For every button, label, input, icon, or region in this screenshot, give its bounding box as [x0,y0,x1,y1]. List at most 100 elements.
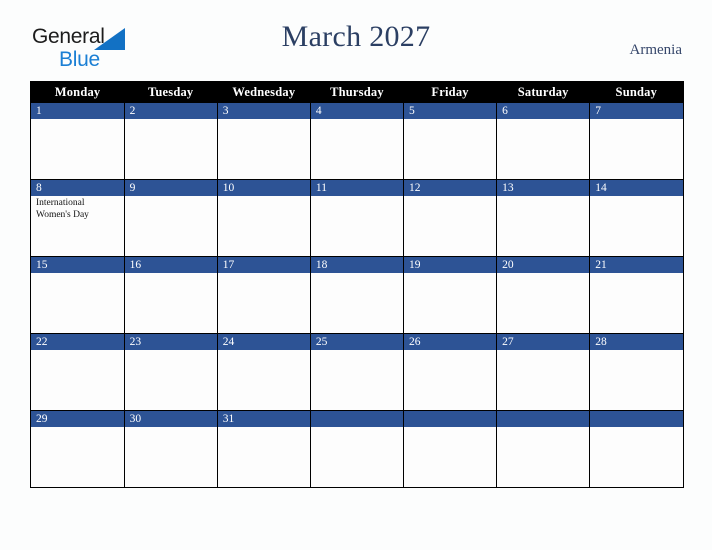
day-cell-15[interactable]: 15 [30,256,125,334]
calendar-week-row: 29 30 31 [30,410,684,488]
day-cell-content: 11 [310,180,403,256]
day-cell-content [310,411,403,487]
day-cell-14[interactable]: 14 [589,179,684,257]
day-number: 24 [217,334,310,350]
day-cell-content: 31 [217,411,310,487]
day-cell-11[interactable]: 11 [309,179,405,257]
day-cell-content: 18 [310,257,403,333]
day-cell-27[interactable]: 27 [496,333,591,411]
day-number: 5 [404,103,497,119]
day-cell-31[interactable]: 31 [216,410,311,488]
day-cell-2[interactable]: 2 [123,102,218,180]
holiday-label: International Women's Day [36,198,89,220]
day-cell-16[interactable]: 16 [123,256,218,334]
day-number: 21 [590,257,683,273]
day-cell-28[interactable]: 28 [589,333,684,411]
day-number: 6 [497,103,590,119]
country-label: Armenia [629,42,682,58]
day-number: 1 [31,103,124,119]
day-number: 16 [124,257,217,273]
day-cell-1[interactable]: 1 [30,102,125,180]
day-cell-29[interactable]: 29 [30,410,125,488]
day-number: 13 [497,180,590,196]
day-number: 4 [310,103,403,119]
day-cell-30[interactable]: 30 [123,410,218,488]
calendar-week-row: 15 16 17 18 19 20 21 [30,256,684,334]
day-cell-content [404,411,497,487]
day-cell-content: 13 [497,180,590,256]
day-cell-content: 30 [124,411,217,487]
day-cell-empty[interactable] [589,410,684,488]
day-cell-empty[interactable] [309,410,405,488]
day-number [310,411,403,427]
day-cell-content: 23 [124,334,217,410]
day-cell-content: 7 [590,103,683,179]
day-number: 27 [497,334,590,350]
calendar-body: 1 2 3 4 5 6 7 8 International Women's Day 9 10 11 12… [30,102,684,488]
day-number: 3 [217,103,310,119]
day-cell-24[interactable]: 24 [216,333,311,411]
day-cell-9[interactable]: 9 [123,179,218,257]
calendar-week-row: 1234567 [30,102,684,180]
day-cell-content: 24 [217,334,310,410]
day-cell-23[interactable]: 23 [123,333,218,411]
day-cell-content: 10 [217,180,310,256]
day-number: 2 [124,103,217,119]
day-number [590,411,683,427]
calendar-table: Monday Tuesday Wednesday Thursday Friday Satu… [30,81,684,488]
day-cell-20[interactable]: 20 [496,256,591,334]
calendar-week-row: 22 23 24 25 26 27 28 [30,333,684,411]
weekday-header-row: Monday Tuesday Wednesday Thursday Friday Satu… [30,81,684,103]
day-number: 31 [217,411,310,427]
day-cell-content: 2 [124,103,217,179]
day-cell-17[interactable]: 17 [216,256,311,334]
day-cell-8[interactable]: 8 International Women's Day [30,179,125,257]
page-header: General Blue March 2027 Armenia [0,20,712,76]
day-cell-content: 21 [590,257,683,333]
weekday-header-monday: Monday [30,81,125,103]
day-number: 18 [310,257,403,273]
day-cell-5[interactable]: 5 [402,102,498,180]
day-cell-25[interactable]: 25 [309,333,405,411]
day-cell-content: 16 [124,257,217,333]
day-cell-18[interactable]: 18 [309,256,405,334]
day-cell-content: 12 [404,180,497,256]
day-number: 30 [124,411,217,427]
day-cell-content: 29 [31,411,124,487]
day-cell-21[interactable]: 21 [589,256,684,334]
day-cell-content [497,411,590,487]
day-cell-26[interactable]: 26 [402,333,498,411]
day-cell-19[interactable]: 19 [402,256,498,334]
day-cell-content: 4 [310,103,403,179]
day-cell-13[interactable]: 13 [496,179,591,257]
day-events: International Women's Day [31,196,124,221]
day-cell-7[interactable]: 7 [589,102,684,180]
calendar-page: General Blue March 2027 Armenia Monday Tu… [0,0,712,550]
day-number: 11 [310,180,403,196]
day-cell-content: 1 [31,103,124,179]
day-cell-content: 3 [217,103,310,179]
day-cell-10[interactable]: 10 [216,179,311,257]
day-cell-content: 14 [590,180,683,256]
calendar-week-row: 8 International Women's Day 9 10 11 12 13 14 [30,179,684,257]
day-number: 19 [404,257,497,273]
weekday-header-sunday: Sunday [589,81,684,103]
weekday-header-tuesday: Tuesday [124,81,218,103]
day-cell-6[interactable]: 6 [496,102,591,180]
day-number: 17 [217,257,310,273]
day-number: 28 [590,334,683,350]
day-number: 9 [124,180,217,196]
day-cell-12[interactable]: 12 [402,179,498,257]
day-number: 8 [31,180,124,196]
day-cell-content: 8 International Women's Day [31,180,124,256]
weekday-header-saturday: Saturday [496,81,590,103]
day-number: 12 [404,180,497,196]
day-cell-empty[interactable] [496,410,591,488]
day-cell-22[interactable]: 22 [30,333,125,411]
day-cell-3[interactable]: 3 [216,102,311,180]
day-number: 22 [31,334,124,350]
day-number [497,411,590,427]
day-cell-content: 28 [590,334,683,410]
day-cell-4[interactable]: 4 [309,102,405,180]
day-cell-empty[interactable] [402,410,498,488]
